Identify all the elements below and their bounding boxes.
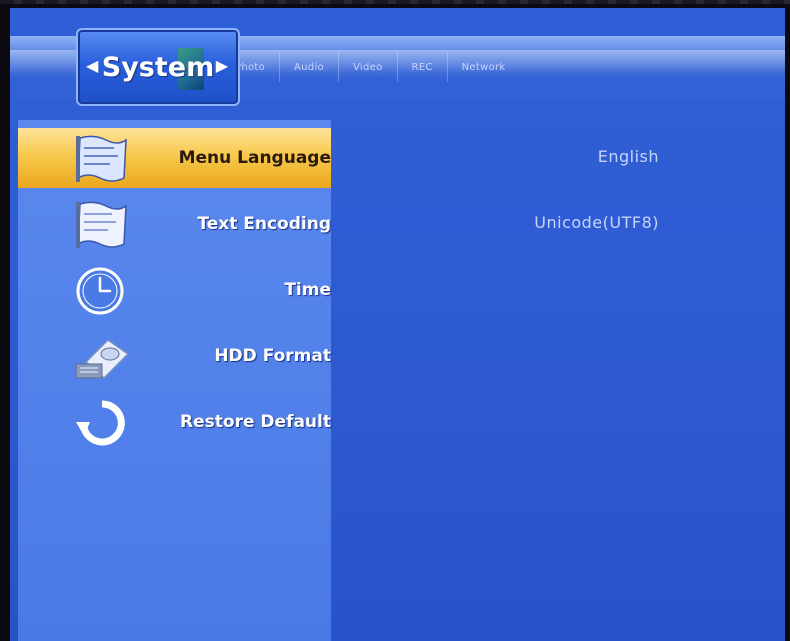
chevron-right-icon[interactable]: ▶	[216, 56, 228, 75]
menu-item-label: Text Encoding	[197, 214, 331, 234]
menu-item-label: HDD Format	[214, 346, 331, 366]
menu-item-label: Restore Default	[180, 412, 331, 432]
hdd-icon	[75, 339, 130, 380]
menu-item-text-encoding[interactable]: Text Encoding	[18, 194, 331, 254]
tab-system[interactable]: ◀ System ▶	[76, 28, 240, 106]
encoding-flag-icon	[76, 201, 127, 248]
tab-strip: Photo Audio Video REC Network	[220, 50, 620, 84]
menu-item-label: Time	[284, 280, 331, 300]
tab-system-label: System	[101, 51, 215, 83]
menu-item-hdd-format[interactable]: HDD Format	[18, 326, 331, 386]
tab-rec[interactable]: REC	[396, 52, 447, 82]
menu-item-menu-language[interactable]: Menu Language	[18, 128, 331, 188]
restore-arrow-icon	[76, 400, 125, 446]
menu-item-time[interactable]: Time	[18, 260, 331, 320]
tab-audio[interactable]: Audio	[279, 52, 338, 82]
tab-video[interactable]: Video	[337, 52, 397, 82]
clock-icon	[76, 267, 124, 315]
tab-network[interactable]: Network	[446, 52, 520, 82]
settings-screen: Photo Audio Video REC Network ◀ System ▶…	[10, 8, 785, 641]
menu-item-restore-default[interactable]: Restore Default	[18, 392, 331, 452]
text-encoding-value: Unicode(UTF8)	[534, 213, 659, 232]
menu-item-label: Menu Language	[178, 148, 331, 168]
menu-language-value: English	[597, 147, 659, 166]
top-edge	[0, 0, 790, 4]
language-flag-icon	[76, 135, 127, 182]
chevron-left-icon[interactable]: ◀	[86, 56, 98, 75]
